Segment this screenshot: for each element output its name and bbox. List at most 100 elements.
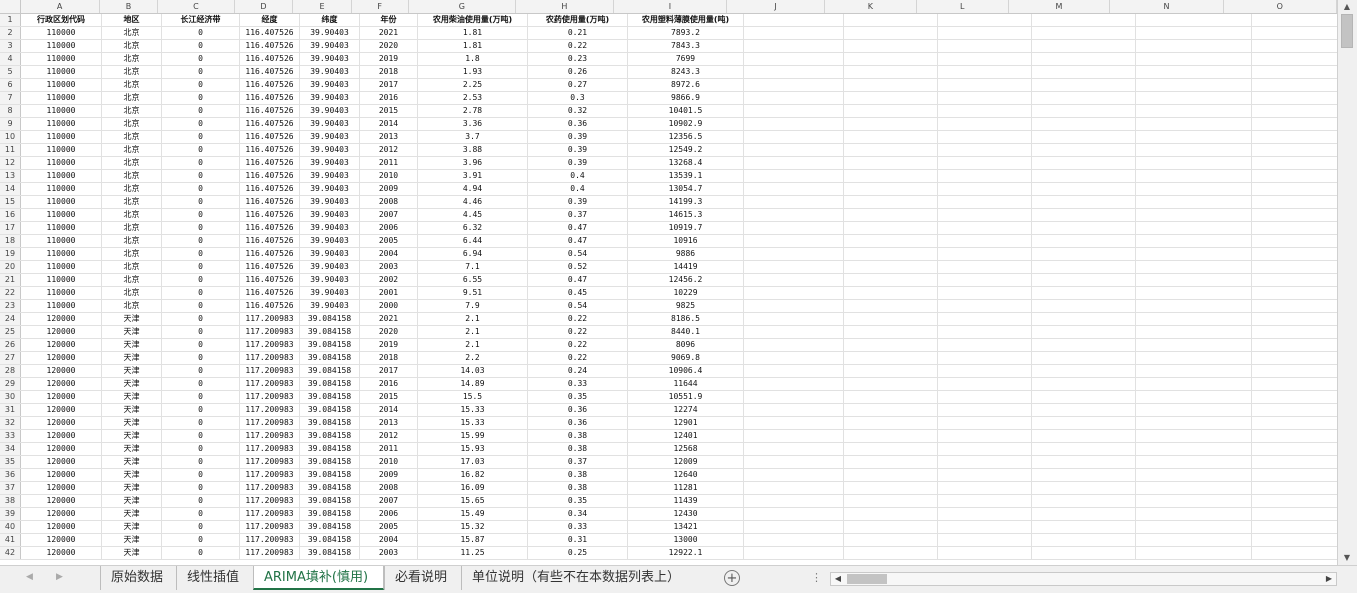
- scroll-thumb[interactable]: [1341, 14, 1353, 48]
- table-cell[interactable]: 110000: [21, 248, 102, 260]
- header-cell[interactable]: 经度: [240, 14, 300, 26]
- table-cell[interactable]: [1136, 157, 1252, 169]
- table-cell[interactable]: 0: [162, 222, 240, 234]
- table-cell[interactable]: [844, 209, 938, 221]
- table-cell[interactable]: [1252, 495, 1337, 507]
- table-cell[interactable]: 116.407526: [240, 105, 300, 117]
- table-cell[interactable]: 0.27: [528, 79, 628, 91]
- table-cell[interactable]: [844, 196, 938, 208]
- row-number[interactable]: 3: [0, 40, 21, 52]
- table-cell[interactable]: [844, 352, 938, 364]
- table-cell[interactable]: 0.22: [528, 352, 628, 364]
- table-cell[interactable]: [744, 378, 844, 390]
- table-cell[interactable]: [844, 495, 938, 507]
- row-number[interactable]: 34: [0, 443, 21, 455]
- table-cell[interactable]: [1252, 365, 1337, 377]
- table-cell[interactable]: 120000: [21, 417, 102, 429]
- row-number[interactable]: 37: [0, 482, 21, 494]
- table-cell[interactable]: 0.33: [528, 378, 628, 390]
- row-number[interactable]: 35: [0, 456, 21, 468]
- table-cell[interactable]: 2.53: [418, 92, 528, 104]
- table-cell[interactable]: [844, 92, 938, 104]
- scroll-down-icon[interactable]: ▼: [1340, 552, 1354, 564]
- table-cell[interactable]: 北京: [102, 183, 162, 195]
- table-cell[interactable]: 天津: [102, 313, 162, 325]
- table-cell[interactable]: 2014: [360, 118, 418, 130]
- table-cell[interactable]: 6.94: [418, 248, 528, 260]
- table-cell[interactable]: 120000: [21, 352, 102, 364]
- table-cell[interactable]: 39.084158: [300, 404, 360, 416]
- row-number[interactable]: 9: [0, 118, 21, 130]
- table-cell[interactable]: 0.4: [528, 170, 628, 182]
- table-cell[interactable]: [844, 53, 938, 65]
- column-header[interactable]: D: [235, 0, 294, 13]
- column-header[interactable]: G: [409, 0, 517, 13]
- table-cell[interactable]: [1136, 456, 1252, 468]
- table-cell[interactable]: [1032, 300, 1136, 312]
- table-cell[interactable]: 10906.4: [628, 365, 744, 377]
- table-cell[interactable]: 116.407526: [240, 287, 300, 299]
- table-cell[interactable]: 0: [162, 66, 240, 78]
- table-cell[interactable]: 0: [162, 105, 240, 117]
- table-cell[interactable]: 0.22: [528, 339, 628, 351]
- table-cell[interactable]: 17.03: [418, 456, 528, 468]
- header-cell[interactable]: 农药使用量(万吨): [528, 14, 628, 26]
- row-number[interactable]: 36: [0, 469, 21, 481]
- table-cell[interactable]: 13268.4: [628, 157, 744, 169]
- vertical-scrollbar[interactable]: ▲ ▼: [1337, 0, 1357, 565]
- table-cell[interactable]: 0: [162, 53, 240, 65]
- table-cell[interactable]: [744, 547, 844, 559]
- row-number[interactable]: 12: [0, 157, 21, 169]
- table-cell[interactable]: [744, 482, 844, 494]
- table-cell[interactable]: 2016: [360, 378, 418, 390]
- row-number[interactable]: 31: [0, 404, 21, 416]
- table-cell[interactable]: [844, 534, 938, 546]
- table-cell[interactable]: 2.1: [418, 326, 528, 338]
- table-cell[interactable]: 2009: [360, 469, 418, 481]
- table-cell[interactable]: [844, 456, 938, 468]
- table-cell[interactable]: 117.200983: [240, 391, 300, 403]
- table-cell[interactable]: [1032, 222, 1136, 234]
- table-cell[interactable]: 0: [162, 339, 240, 351]
- table-cell[interactable]: 0.47: [528, 274, 628, 286]
- table-cell[interactable]: [938, 287, 1032, 299]
- table-cell[interactable]: [744, 261, 844, 273]
- table-cell[interactable]: [1136, 313, 1252, 325]
- table-cell[interactable]: 12430: [628, 508, 744, 520]
- table-cell[interactable]: 110000: [21, 300, 102, 312]
- table-cell[interactable]: [938, 274, 1032, 286]
- row-number[interactable]: 14: [0, 183, 21, 195]
- table-cell[interactable]: [938, 443, 1032, 455]
- table-cell[interactable]: [1252, 274, 1337, 286]
- table-cell[interactable]: 0.36: [528, 118, 628, 130]
- table-cell[interactable]: 0: [162, 456, 240, 468]
- table-cell[interactable]: [1032, 456, 1136, 468]
- table-cell[interactable]: 10919.7: [628, 222, 744, 234]
- table-cell[interactable]: [938, 391, 1032, 403]
- table-cell[interactable]: 110000: [21, 92, 102, 104]
- row-number[interactable]: 16: [0, 209, 21, 221]
- column-header[interactable]: A: [21, 0, 100, 13]
- table-cell[interactable]: [844, 131, 938, 143]
- table-cell[interactable]: 2021: [360, 27, 418, 39]
- table-cell[interactable]: 16.82: [418, 469, 528, 481]
- table-cell[interactable]: 0.54: [528, 300, 628, 312]
- prev-sheet-icon[interactable]: ◀: [26, 572, 33, 582]
- table-cell[interactable]: 0: [162, 118, 240, 130]
- table-cell[interactable]: [1032, 378, 1136, 390]
- table-cell[interactable]: 39.084158: [300, 495, 360, 507]
- table-cell[interactable]: 13539.1: [628, 170, 744, 182]
- table-cell[interactable]: 2018: [360, 66, 418, 78]
- table-cell[interactable]: [844, 79, 938, 91]
- table-cell[interactable]: 110000: [21, 157, 102, 169]
- table-cell[interactable]: 2005: [360, 521, 418, 533]
- table-cell[interactable]: [1136, 352, 1252, 364]
- table-cell[interactable]: 117.200983: [240, 469, 300, 481]
- table-cell[interactable]: [1252, 157, 1337, 169]
- table-cell[interactable]: 3.91: [418, 170, 528, 182]
- table-cell[interactable]: [938, 365, 1032, 377]
- row-number[interactable]: 32: [0, 417, 21, 429]
- table-cell[interactable]: 10551.9: [628, 391, 744, 403]
- table-cell[interactable]: [844, 482, 938, 494]
- table-cell[interactable]: 2008: [360, 196, 418, 208]
